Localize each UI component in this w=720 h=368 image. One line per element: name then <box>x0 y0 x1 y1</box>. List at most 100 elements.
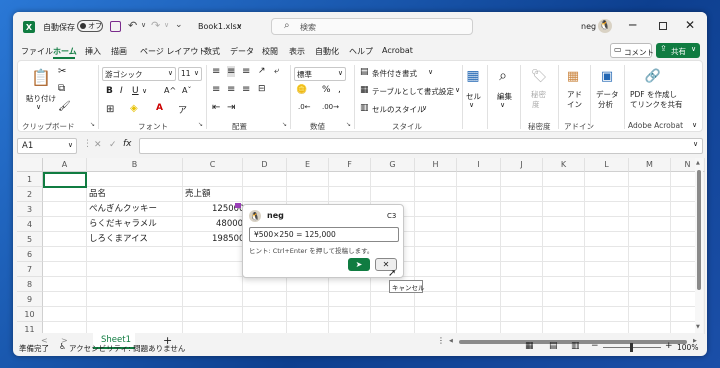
confirm-entry-icon[interactable]: ✓ <box>109 140 117 150</box>
accessibility-status[interactable]: アクセシビリティ: 問題ありません <box>69 343 185 354</box>
selected-cell-A1[interactable] <box>43 172 87 188</box>
cell-B3[interactable]: ぺんぎんクッキー <box>89 202 157 217</box>
row-header-6[interactable]: 6 <box>17 247 43 262</box>
vertical-scrollbar[interactable]: ▲ ▼ <box>695 158 703 334</box>
column-header-C[interactable]: C <box>183 158 243 172</box>
paste-dropdown-icon[interactable]: ∨ <box>36 103 41 111</box>
cell-B2[interactable]: 品名 <box>89 187 106 202</box>
column-header-H[interactable]: H <box>415 158 457 172</box>
tab-help[interactable]: ヘルプ <box>349 46 373 57</box>
column-header-K[interactable]: K <box>543 158 585 172</box>
cell-C5[interactable]: 198500 <box>212 232 244 247</box>
increase-indent-icon[interactable]: ⇥ <box>227 102 235 113</box>
cell-style-icon[interactable]: ▥ <box>360 103 369 113</box>
row-header-4[interactable]: 4 <box>17 217 43 232</box>
column-header-A[interactable]: A <box>43 158 87 172</box>
comment-button[interactable]: ▭ コメント <box>610 43 654 58</box>
tab-insert[interactable]: 挿入 <box>85 46 101 57</box>
normal-view-icon[interactable]: ▦ <box>525 341 534 351</box>
copy-icon[interactable]: ⧉ <box>58 83 65 94</box>
close-icon[interactable]: ✕ <box>685 18 695 32</box>
insert-function-icon[interactable]: fx <box>123 139 132 149</box>
cell-B5[interactable]: しろくまアイス <box>89 232 148 247</box>
save-icon[interactable] <box>110 21 121 32</box>
cell-C2[interactable]: 売上額 <box>185 187 211 202</box>
tab-acrobat[interactable]: Acrobat <box>382 46 413 55</box>
row-header-8[interactable]: 8 <box>17 277 43 292</box>
percent-icon[interactable]: % <box>322 85 331 95</box>
border-icon[interactable]: ⊞ <box>106 104 114 115</box>
clipboard-launcher-icon[interactable]: ↘ <box>90 121 95 128</box>
zoom-level[interactable]: 100% <box>677 343 698 352</box>
align-left-icon[interactable]: ≡ <box>212 84 220 95</box>
scroll-down-icon[interactable]: ▼ <box>696 324 700 330</box>
maximize-icon[interactable] <box>659 22 667 30</box>
row-header-2[interactable]: 2 <box>17 187 43 202</box>
font-name-select[interactable]: 游ゴシック ∨ <box>102 67 176 81</box>
tab-page-layout[interactable]: ページ レイアウト <box>140 46 206 57</box>
tab-view[interactable]: 表示 <box>289 46 305 57</box>
tab-review[interactable]: 校閲 <box>262 46 278 57</box>
font-size-select[interactable]: 11 ∨ <box>178 67 202 81</box>
minimize-icon[interactable]: ─ <box>629 18 636 32</box>
column-header-E[interactable]: E <box>287 158 329 172</box>
conditional-format-icon[interactable]: ▤ <box>360 67 369 77</box>
align-center-icon[interactable]: ≡ <box>227 84 235 95</box>
underline-dropdown-icon[interactable]: ∨ <box>142 87 147 95</box>
tab-formulas[interactable]: 数式 <box>204 46 220 57</box>
column-header-F[interactable]: F <box>329 158 371 172</box>
cancel-entry-icon[interactable]: ✕ <box>94 140 102 150</box>
row-header-1[interactable]: 1 <box>17 172 43 187</box>
paste-icon[interactable]: 📋 <box>30 66 52 88</box>
comment-input[interactable]: ¥500×250 = 125,000 <box>249 227 399 242</box>
row-header-5[interactable]: 5 <box>17 232 43 247</box>
merge-cells-icon[interactable]: ⊟ <box>258 84 266 94</box>
zoom-slider[interactable] <box>603 343 661 352</box>
formula-input[interactable] <box>139 138 703 154</box>
spreadsheet-grid[interactable]: ABCDEFGHIJKLMN 1 2 3 4 5 6 7 8 9 10 11 品名 売上額 ぺんぎん… <box>17 158 705 337</box>
number-launcher-icon[interactable]: ↘ <box>346 121 351 128</box>
redo-icon[interactable]: ↷ <box>151 19 160 32</box>
pdf-create-label-2[interactable]: てリンクを共有 <box>630 99 683 110</box>
scrollbar-thumb[interactable] <box>697 170 701 290</box>
align-right-icon[interactable]: ≡ <box>242 84 250 95</box>
addin-icon[interactable]: ▦ <box>564 67 582 85</box>
zoom-in-icon[interactable]: + <box>665 341 673 351</box>
zoom-slider-thumb[interactable] <box>630 343 633 352</box>
column-header-G[interactable]: G <box>371 158 415 172</box>
table-format-button[interactable]: テーブルとして書式設定 <box>372 86 454 97</box>
data-analysis-label-2[interactable]: 分析 <box>598 99 613 110</box>
undo-icon[interactable]: ↶ <box>128 19 137 32</box>
format-painter-icon[interactable]: 🖌 <box>58 101 71 112</box>
edit-search-icon[interactable]: ⌕ <box>494 67 512 85</box>
cell-style-button[interactable]: セルのスタイル <box>372 104 425 115</box>
align-bottom-icon[interactable]: ≡ <box>242 66 250 77</box>
data-analysis-icon[interactable]: ▣ <box>598 67 616 85</box>
fill-color-icon[interactable]: ◈ <box>130 103 138 114</box>
row-header-3[interactable]: 3 <box>17 202 43 217</box>
page-layout-view-icon[interactable]: ▤ <box>549 341 558 351</box>
column-header-M[interactable]: M <box>629 158 671 172</box>
tab-file[interactable]: ファイル <box>21 46 53 57</box>
comma-icon[interactable]: , <box>338 85 341 95</box>
decrease-indent-icon[interactable]: ⇤ <box>212 102 220 113</box>
pdf-create-icon[interactable]: 🔗 <box>644 67 662 85</box>
underline-icon[interactable]: U <box>132 86 139 96</box>
select-all-corner[interactable] <box>17 158 43 172</box>
filename-dropdown-icon[interactable]: ∨ <box>237 22 242 30</box>
tab-draw[interactable]: 描画 <box>111 46 127 57</box>
orientation-icon[interactable]: ↗ <box>258 66 266 76</box>
align-top-icon[interactable]: ≡ <box>212 66 220 77</box>
post-comment-button[interactable]: ➤ <box>348 258 370 271</box>
decrease-decimal-icon[interactable]: .00→ <box>322 103 339 111</box>
row-header-10[interactable]: 10 <box>17 307 43 322</box>
collapse-ribbon-icon[interactable]: ∨ <box>692 121 697 129</box>
avatar[interactable]: 🐧 <box>598 19 612 33</box>
scroll-up-icon[interactable]: ▲ <box>696 160 700 166</box>
font-launcher-icon[interactable]: ↘ <box>198 121 203 128</box>
cell-B4[interactable]: らくだキャラメル <box>89 217 157 232</box>
user-name[interactable]: neg <box>581 22 596 31</box>
addin-label-2[interactable]: イン <box>567 99 582 110</box>
conditional-format-button[interactable]: 条件付き書式 <box>372 68 417 79</box>
grow-font-icon[interactable]: A^ <box>164 86 176 95</box>
